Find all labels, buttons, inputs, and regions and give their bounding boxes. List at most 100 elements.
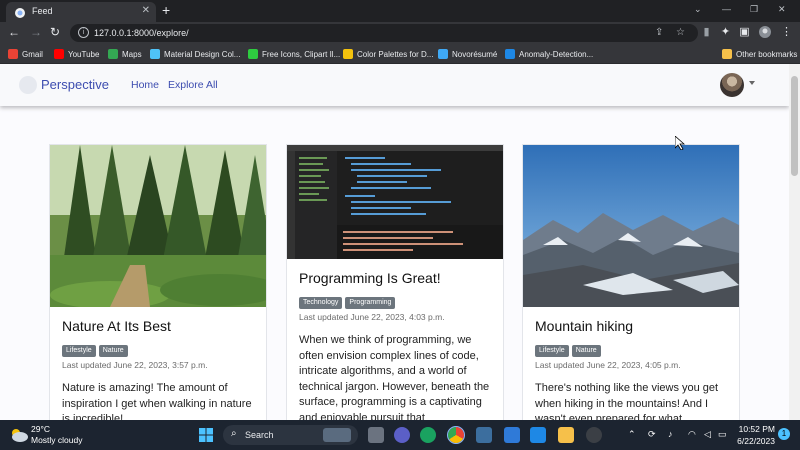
nav-home[interactable]: Home <box>131 79 159 91</box>
scrollbar-thumb[interactable] <box>791 76 798 176</box>
search-highlight-icon <box>323 428 351 442</box>
site-favicon-icon <box>14 6 26 18</box>
system-clock[interactable]: 10:52 PM 6/22/2023 <box>735 424 775 446</box>
minimize-button[interactable]: — <box>722 4 731 14</box>
close-window-button[interactable]: ✕ <box>778 4 786 15</box>
tab-title: Feed <box>32 6 53 16</box>
brand-name[interactable]: Perspective <box>41 77 109 92</box>
search-icon: ⌕ <box>231 428 237 439</box>
edge-icon[interactable] <box>420 427 436 443</box>
tag-badge[interactable]: Lifestyle <box>535 345 569 357</box>
free-icons-icon <box>248 49 258 59</box>
microphone-icon[interactable]: ♪ <box>668 429 673 439</box>
card-title[interactable]: Nature At Its Best <box>62 318 171 334</box>
bookmark-gmail[interactable]: Gmail <box>8 48 43 60</box>
windows-start-icon[interactable] <box>199 428 213 442</box>
card-title[interactable]: Programming Is Great! <box>299 270 441 286</box>
site-info-icon[interactable]: i <box>78 27 89 38</box>
bookmark-color-palettes[interactable]: Color Palettes for D... <box>343 48 433 60</box>
tab-close-icon[interactable]: ✕ <box>142 5 150 16</box>
bookmark-novoresume[interactable]: Novorésumé <box>438 48 497 60</box>
search-label: Search <box>245 430 274 440</box>
weather-description[interactable]: Mostly cloudy <box>31 435 83 445</box>
card-description: When we think of programming, we often e… <box>299 334 490 420</box>
bookmarks-bar: Gmail YouTube Maps Material Design Col..… <box>0 44 800 64</box>
post-card-mountain[interactable]: Mountain hiking Lifestyle Nature Last up… <box>522 144 740 420</box>
card-tags: Lifestyle Nature <box>62 345 128 357</box>
bookmark-material-design[interactable]: Material Design Col... <box>150 48 240 60</box>
card-updated: Last updated June 22, 2023, 4:05 p.m. <box>535 360 681 370</box>
url-text: 127.0.0.1:8000/explore/ <box>94 28 189 38</box>
code-editor-image <box>287 145 503 259</box>
forest-image <box>50 145 266 307</box>
post-card-programming[interactable]: Programming Is Great! Technology Program… <box>286 144 504 420</box>
battery-icon[interactable]: ▭ <box>718 429 727 440</box>
tag-badge[interactable]: Nature <box>571 345 601 357</box>
mouse-cursor-icon <box>675 136 685 150</box>
other-bookmarks[interactable]: Other bookmarks <box>722 48 797 60</box>
dropbox-icon <box>505 49 515 59</box>
extension-icon[interactable]: ▮ <box>700 26 713 39</box>
sync-icon[interactable]: ⟳ <box>648 429 656 440</box>
restore-button[interactable]: ❐ <box>750 4 758 15</box>
tag-badge[interactable]: Lifestyle <box>62 345 96 357</box>
menu-icon[interactable]: ⋮ <box>780 26 793 39</box>
chrome-icon[interactable] <box>447 426 465 444</box>
task-view-icon[interactable] <box>368 427 384 443</box>
card-tags: Lifestyle Nature <box>535 345 601 357</box>
clock-date: 6/22/2023 <box>737 436 775 446</box>
wifi-icon[interactable]: ◠ <box>688 429 696 440</box>
color-palettes-icon <box>343 49 353 59</box>
todo-icon[interactable] <box>504 427 520 443</box>
user-avatar[interactable] <box>720 73 744 97</box>
nav-explore-all[interactable]: Explore All <box>168 79 218 91</box>
maps-icon <box>108 49 118 59</box>
windows-taskbar: 29°C Mostly cloudy ⌕ Search ⌃ ⟳ ♪ ◠ ◁ ▭ … <box>0 420 800 450</box>
address-bar[interactable]: i 127.0.0.1:8000/explore/ ⇪ ☆ <box>70 24 698 42</box>
card-updated: Last updated June 22, 2023, 3:57 p.m. <box>62 360 208 370</box>
forward-icon[interactable]: → <box>30 25 42 39</box>
obs-icon[interactable] <box>586 427 602 443</box>
tag-badge[interactable]: Technology <box>299 297 343 309</box>
volume-icon[interactable]: ◁ <box>704 429 711 440</box>
share-icon[interactable]: ⇪ <box>655 27 663 38</box>
puzzle-icon[interactable]: ✦ <box>719 26 732 39</box>
clock-time: 10:52 PM <box>738 424 775 434</box>
weather-temperature[interactable]: 29°C <box>31 424 50 434</box>
vscode-icon[interactable] <box>530 427 546 443</box>
tab-search-icon[interactable]: ⌄ <box>694 4 702 15</box>
novoresume-icon <box>438 49 448 59</box>
weather-cloud-icon[interactable] <box>10 427 28 443</box>
bookmark-star-icon[interactable]: ☆ <box>676 27 685 38</box>
tab-feed[interactable]: Feed ✕ <box>6 2 156 22</box>
bookmark-youtube[interactable]: YouTube <box>54 48 99 60</box>
reload-icon[interactable]: ↻ <box>50 25 60 39</box>
side-panel-icon[interactable]: ▣ <box>738 26 751 39</box>
site-navbar: Perspective Home Explore All <box>0 64 789 106</box>
notification-badge[interactable]: 1 <box>778 428 790 440</box>
profile-icon[interactable] <box>758 26 771 39</box>
bookmark-anomaly-detection[interactable]: Anomaly-Detection... <box>505 48 593 60</box>
tag-badge[interactable]: Programming <box>345 297 396 309</box>
web-page: Perspective Home Explore All Nature At I… <box>0 64 789 420</box>
folder-icon <box>722 49 732 59</box>
brand-logo-icon[interactable] <box>19 76 37 94</box>
card-updated: Last updated June 22, 2023, 4:03 p.m. <box>299 312 445 322</box>
new-tab-button[interactable]: + <box>162 2 170 18</box>
chevron-down-icon[interactable] <box>749 81 755 85</box>
page-scrollbar[interactable] <box>789 64 800 420</box>
photos-icon[interactable] <box>476 427 492 443</box>
chevron-up-icon[interactable]: ⌃ <box>628 429 636 440</box>
file-explorer-icon[interactable] <box>558 427 574 443</box>
back-icon[interactable]: ← <box>8 25 20 39</box>
teams-icon[interactable] <box>394 427 410 443</box>
post-card-nature[interactable]: Nature At Its Best Lifestyle Nature Last… <box>49 144 267 420</box>
card-tags: Technology Programming <box>299 297 396 309</box>
card-title[interactable]: Mountain hiking <box>535 318 633 334</box>
bookmark-maps[interactable]: Maps <box>108 48 142 60</box>
bookmark-free-icons[interactable]: Free Icons, Clipart Il... <box>248 48 340 60</box>
tag-badge[interactable]: Nature <box>98 345 128 357</box>
mountain-image <box>523 145 739 307</box>
taskbar-search[interactable]: ⌕ Search <box>223 425 358 445</box>
card-description: There's nothing like the views you get w… <box>535 382 719 420</box>
